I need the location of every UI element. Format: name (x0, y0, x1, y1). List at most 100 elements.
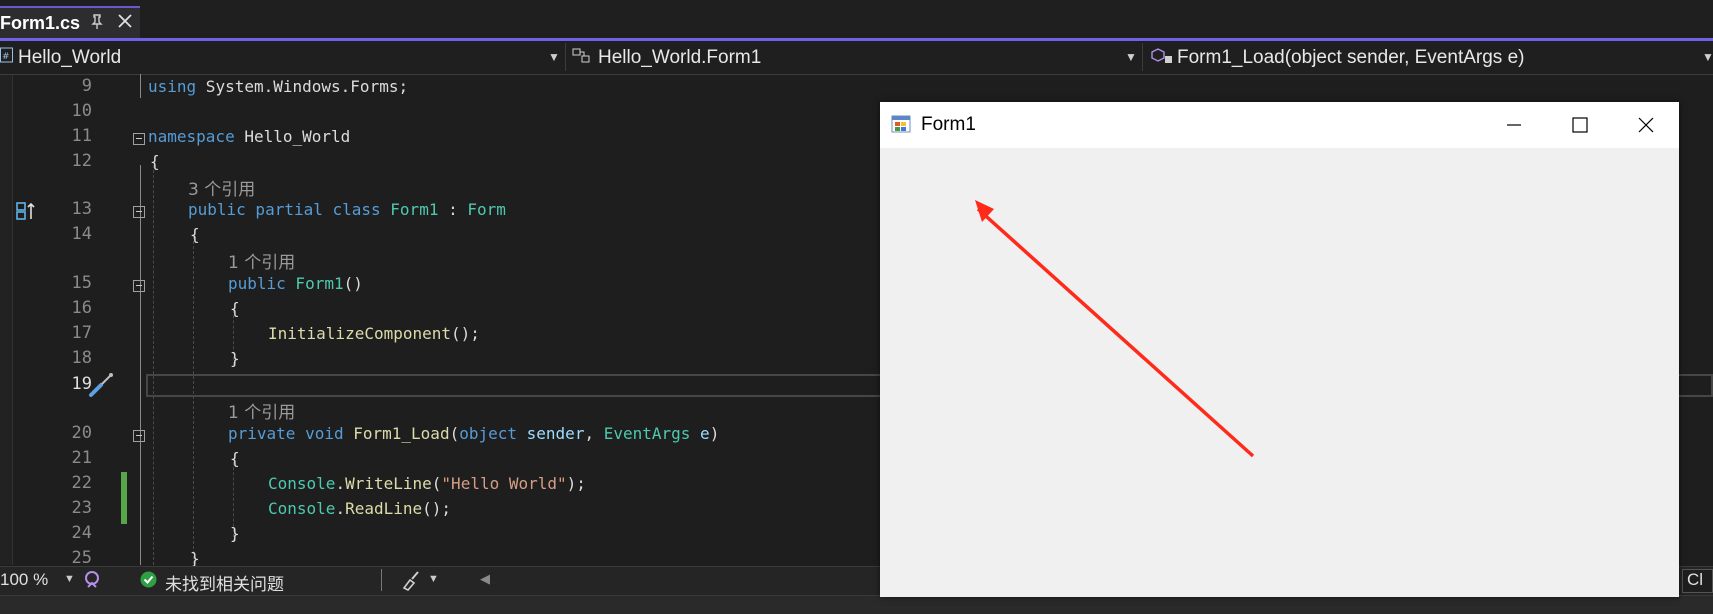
quick-actions-screwdriver-icon[interactable] (88, 372, 116, 403)
line-number: 15 (71, 273, 92, 293)
line-number: 11 (71, 126, 92, 146)
minimize-button[interactable] (1481, 102, 1547, 148)
close-tab-icon[interactable] (116, 10, 134, 36)
keyword: using (148, 77, 197, 96)
line-number-current: 19 (71, 374, 92, 394)
chevron-down-icon[interactable]: ▼ (428, 573, 439, 585)
scroll-left-icon[interactable]: ◀ (480, 571, 490, 587)
divider (565, 43, 566, 71)
type-name: Console (268, 499, 336, 518)
code-line: public partial class Form1 : Form (188, 200, 506, 219)
code-text: Hello_World (234, 127, 351, 146)
method-name: Form1_Load (343, 424, 450, 443)
code-line: { (150, 152, 160, 171)
change-tracking-bar (121, 472, 127, 524)
code-text: System.Windows.Forms; (196, 77, 409, 96)
member-dropdown[interactable]: Form1_Load(object sender, EventArgs e) (1177, 43, 1524, 73)
collapse-icon[interactable] (133, 430, 145, 442)
line-number: 21 (71, 448, 92, 468)
code-text: . (335, 474, 346, 493)
chevron-down-icon[interactable]: ▼ (64, 573, 75, 585)
string-literal: "Hello World" (441, 474, 567, 493)
copilot-icon[interactable] (82, 569, 102, 594)
project-dropdown[interactable]: Hello_World (18, 43, 121, 73)
status-right-text[interactable]: Cl (1682, 569, 1713, 593)
codelens-references[interactable]: 3 个引用 (188, 175, 255, 200)
svg-text:#: # (2, 52, 10, 62)
code-text: ); (566, 474, 586, 493)
divider (381, 569, 382, 591)
keyword: namespace (148, 127, 235, 146)
issues-status[interactable]: 未找到相关问题 (165, 570, 284, 595)
indent-guide (140, 74, 141, 98)
tab-title[interactable]: Form1.cs (0, 13, 80, 34)
indent-guide (193, 236, 194, 564)
code-text: : (438, 200, 468, 219)
close-button[interactable] (1613, 102, 1679, 148)
implementation-icon[interactable] (15, 200, 37, 227)
line-number: 9 (81, 76, 92, 96)
indent-guide (140, 165, 141, 565)
chevron-down-icon[interactable]: ▼ (548, 46, 560, 68)
line-number: 13 (71, 199, 92, 219)
type-name: Form1 (285, 274, 344, 293)
chevron-down-icon[interactable]: ▼ (1702, 46, 1713, 68)
codelens-references[interactable]: 1 个引用 (228, 398, 295, 423)
collapse-icon[interactable] (133, 280, 145, 292)
type-name: EventArgs (603, 424, 691, 443)
line-number: 18 (71, 348, 92, 368)
line-number: 24 (71, 523, 92, 543)
line-number: 16 (71, 298, 92, 318)
indent-guide (153, 165, 154, 565)
code-line: { (190, 225, 200, 244)
code-line: using System.Windows.Forms; (148, 77, 408, 96)
code-text: . (335, 499, 346, 518)
type-name: Form (467, 200, 506, 219)
check-circle-icon (140, 571, 157, 593)
class-dropdown[interactable]: Hello_World.Form1 (598, 43, 761, 73)
csharp-project-icon: # (0, 47, 16, 63)
code-line: { (230, 449, 240, 468)
keyword: object (459, 424, 518, 443)
line-number: 22 (71, 473, 92, 493)
annotation-arrow (960, 190, 1260, 475)
parameter: e (690, 424, 710, 443)
bottom-panel-strip (0, 595, 1713, 614)
class-icon (572, 47, 594, 63)
codelens-references[interactable]: 1 个引用 (228, 248, 295, 273)
line-number: 12 (71, 151, 92, 171)
code-line: Console.WriteLine("Hello World"); (268, 474, 586, 493)
code-text: (); (451, 324, 480, 343)
method-name: WriteLine (345, 474, 432, 493)
code-text: ( (449, 424, 460, 443)
collapse-icon[interactable] (133, 206, 145, 218)
chevron-down-icon[interactable]: ▼ (1125, 46, 1137, 68)
code-line: private void Form1_Load(object sender, E… (228, 424, 719, 443)
code-text: , (584, 424, 604, 443)
zoom-level[interactable]: 100 % (0, 570, 48, 590)
app-form-icon (891, 115, 913, 140)
line-number: 23 (71, 498, 92, 518)
keyword: public (188, 200, 246, 219)
keyword: public (228, 274, 286, 293)
divider (1142, 43, 1143, 71)
line-number: 17 (71, 323, 92, 343)
keyword: partial (245, 200, 323, 219)
pin-icon[interactable] (90, 14, 104, 33)
code-line: public Form1() (228, 274, 363, 293)
collapse-icon[interactable] (133, 133, 145, 145)
keyword: private (228, 424, 296, 443)
maximize-button[interactable] (1547, 102, 1613, 148)
keyword: class (322, 200, 381, 219)
code-cleanup-brush-icon[interactable] (400, 569, 422, 596)
code-text: () (343, 274, 363, 293)
method-icon (1150, 47, 1174, 63)
editor-margin (0, 75, 13, 565)
code-line: { (230, 299, 240, 318)
window-title: Form1 (921, 114, 976, 135)
line-number: 20 (71, 423, 92, 443)
line-number: 14 (71, 224, 92, 244)
method-name: InitializeComponent (268, 324, 452, 343)
code-text: (); (422, 499, 452, 518)
line-number: 25 (71, 548, 92, 568)
